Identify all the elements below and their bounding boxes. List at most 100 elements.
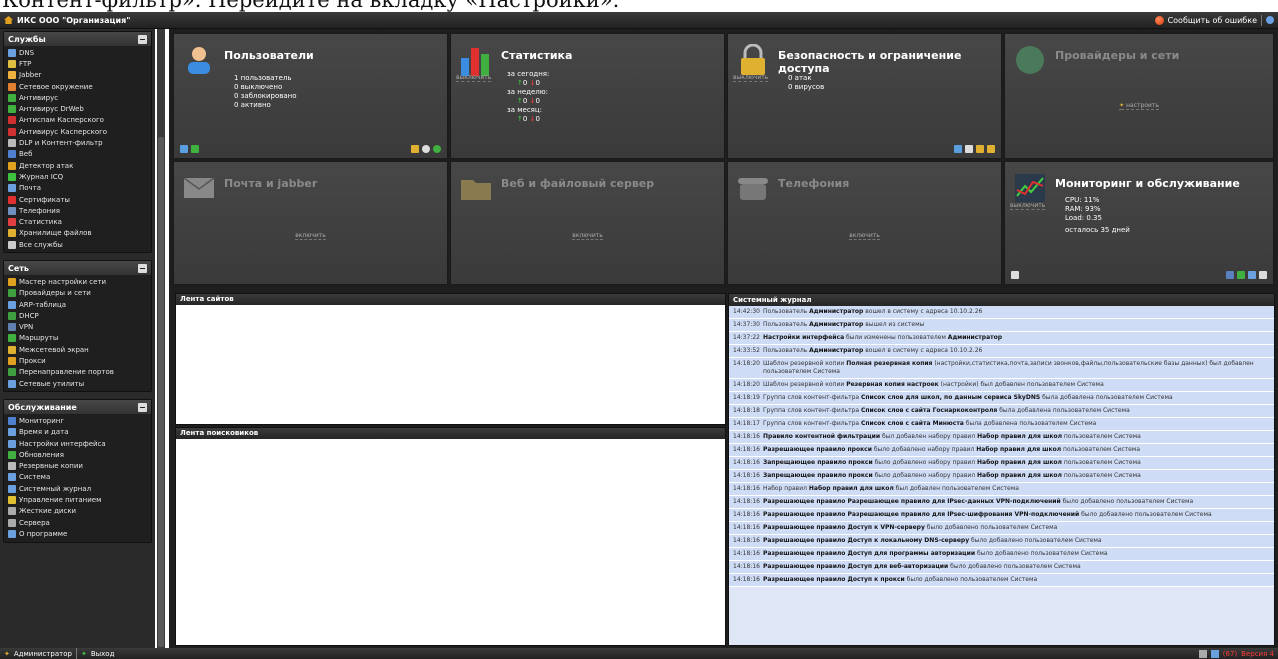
enable-link[interactable]: включить [295, 232, 326, 240]
user-group-icon[interactable] [191, 145, 199, 153]
services-item[interactable]: Детектор атак [8, 160, 151, 171]
document-icon[interactable] [965, 145, 973, 153]
network-item[interactable]: VPN [8, 322, 151, 333]
services-item[interactable]: Jabber [8, 70, 151, 81]
disable-link[interactable]: выключить [1010, 202, 1046, 210]
maintenance-item-label: Мониторинг [19, 416, 65, 425]
tile-statistics[interactable]: Статистика выключить за сегодня: ↑0 ↓0 з… [450, 33, 725, 159]
collapse-icon[interactable] [138, 34, 147, 44]
network-item[interactable]: ARP-таблица [8, 299, 151, 310]
services-item[interactable]: Статистика [8, 216, 151, 227]
log-message: Запрещающее правило прокси было добавлен… [763, 472, 1141, 479]
services-item[interactable]: FTP [8, 58, 151, 69]
search-icon[interactable] [422, 145, 430, 153]
network-item[interactable]: Провайдеры и сети [8, 288, 151, 299]
maintenance-item[interactable]: Резервные копии [8, 461, 151, 472]
enable-link[interactable]: включить [572, 232, 603, 240]
journal-icon[interactable] [1259, 271, 1267, 279]
services-item[interactable]: Сертификаты [8, 194, 151, 205]
services-item[interactable]: Антиспам Касперского [8, 115, 151, 126]
maintenance-item[interactable]: Время и дата [8, 427, 151, 438]
collapse-icon[interactable] [138, 263, 147, 273]
tile-providers[interactable]: Провайдеры и сети ✦ настроить [1004, 33, 1274, 159]
update-icon[interactable] [1237, 271, 1245, 279]
network-icon[interactable] [954, 145, 962, 153]
collapse-icon[interactable] [138, 402, 147, 412]
lock-small-icon[interactable] [987, 145, 995, 153]
configure-link[interactable]: настроить [1126, 102, 1159, 110]
network-item[interactable]: Прокси [8, 355, 151, 366]
maintenance-item[interactable]: О программе [8, 528, 151, 539]
maintenance-item-label: Система [19, 473, 51, 482]
sidebar: Службы DNS FTP Jabber Сетевое окружение Анти… [0, 29, 155, 648]
log-message: Группа слов контент-фильтра Список слов … [763, 407, 1130, 414]
sidebar-scrollbar[interactable] [157, 29, 165, 648]
tile-users[interactable]: Пользователи 1 пользователь 0 выключено … [173, 33, 448, 159]
users-icon [182, 44, 216, 76]
org-title: ИКС ООО "Организация" [4, 16, 130, 25]
maintenance-item[interactable]: Обновления [8, 449, 151, 460]
connections-count[interactable]: (67) [1223, 650, 1237, 658]
services-item[interactable]: Антивирус Касперского [8, 126, 151, 137]
network-item[interactable]: Межсетевой экран [8, 344, 151, 355]
add-user-icon[interactable] [180, 145, 188, 153]
services-item[interactable]: Журнал ICQ [8, 171, 151, 182]
services-item[interactable]: Веб [8, 149, 151, 160]
help-icon[interactable] [1266, 16, 1274, 24]
settings-icon[interactable] [433, 145, 441, 153]
shield-icon[interactable] [976, 145, 984, 153]
services-item-label: Все службы [19, 240, 63, 249]
network-panel: Сеть Мастер настройки сети Провайдеры и с… [3, 260, 152, 393]
maintenance-item-label: О программе [19, 529, 68, 538]
services-item-label: Антивирус Касперского [19, 127, 108, 136]
log-row: 14:18:16 Правило контентной фильтрации бы… [729, 431, 1274, 444]
network-item[interactable]: Мастер настройки сети [8, 276, 151, 287]
network-item[interactable]: DHCP [8, 310, 151, 321]
enable-link[interactable]: включить [849, 232, 880, 240]
maintenance-item[interactable]: Управление питанием [8, 494, 151, 505]
server-icon[interactable] [1011, 271, 1019, 279]
clock-icon[interactable] [1248, 271, 1256, 279]
maintenance-item[interactable]: Системный журнал [8, 483, 151, 494]
maintenance-item[interactable]: Сервера [8, 517, 151, 528]
logout-link[interactable]: Выход [91, 650, 115, 658]
disable-link[interactable]: выключить [456, 74, 492, 82]
tile-web[interactable]: Веб и файловый сервер включить [450, 161, 725, 285]
services-item[interactable]: Почта [8, 183, 151, 194]
network-item[interactable]: Сетевые утилиты [8, 378, 151, 389]
services-item[interactable]: Антивирус DrWeb [8, 103, 151, 114]
system-log-title: Системный журнал [729, 294, 1274, 306]
services-item[interactable]: Антивирус [8, 92, 151, 103]
maintenance-item[interactable]: Настройки интерфейса [8, 438, 151, 449]
services-item-icon [8, 240, 16, 249]
services-item[interactable]: Сетевое окружение [8, 81, 151, 92]
services-item[interactable]: Все службы [8, 239, 151, 250]
network-item[interactable]: Маршруты [8, 333, 151, 344]
maintenance-item[interactable]: Мониторинг [8, 415, 151, 426]
tile-security[interactable]: Безопасность и ограничение доступа выклю… [727, 33, 1002, 159]
services-item[interactable]: DNS [8, 47, 151, 58]
tile-telephony[interactable]: Телефония включить [727, 161, 1002, 285]
maintenance-item[interactable]: Жесткие диски [8, 506, 151, 517]
home-icon[interactable] [4, 16, 13, 24]
maintenance-item-label: Жесткие диски [19, 507, 77, 516]
network-item[interactable]: Перенаправление портов [8, 367, 151, 378]
current-user[interactable]: Администратор [14, 650, 72, 658]
maintenance-item-label: Резервные копии [19, 462, 83, 471]
maintenance-item[interactable]: Система [8, 472, 151, 483]
key-icon[interactable] [411, 145, 419, 153]
report-error-link[interactable]: Сообщить об ошибке [1168, 16, 1257, 25]
network-status-icon [1198, 649, 1207, 658]
tile-monitoring[interactable]: Мониторинг и обслуживание выключить CPU:… [1004, 161, 1274, 285]
scrollbar-thumb[interactable] [158, 137, 164, 647]
log-time: 14:37:30 [733, 321, 760, 328]
tile-mail[interactable]: Почта и jabber включить [173, 161, 448, 285]
log-row: 14:18:17 Группа слов контент-фильтра Спис… [729, 418, 1274, 431]
services-item[interactable]: Хранилище файлов [8, 228, 151, 239]
services-item[interactable]: Телефония [8, 205, 151, 216]
services-item-icon [8, 229, 16, 238]
log-row: 14:18:16 Разрешающее правило Разрешающее … [729, 509, 1274, 522]
disable-link[interactable]: выключить [733, 74, 769, 82]
chart-icon[interactable] [1226, 271, 1234, 279]
services-item[interactable]: DLP и Контент-фильтр [8, 137, 151, 148]
